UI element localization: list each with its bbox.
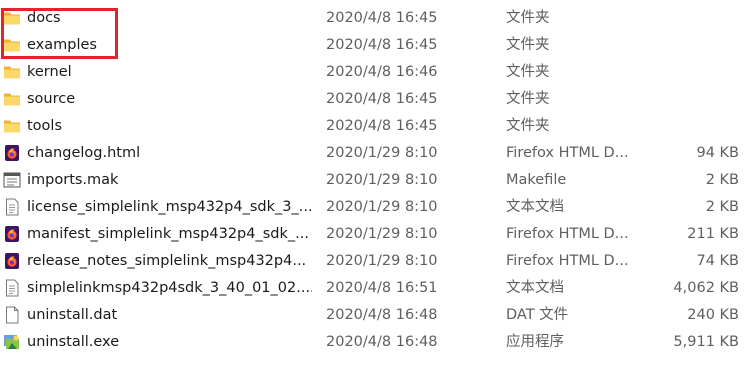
file-name: uninstall.dat — [27, 307, 118, 323]
file-modified: 2020/4/8 16:45 — [326, 91, 438, 107]
file-name: manifest_simplelink_msp432p4_sdk_... — [27, 226, 309, 242]
text-file-icon — [3, 279, 21, 297]
file-row-uninstall-exe[interactable]: uninstall.exe 2020/4/8 16:48 应用程序 5,911 … — [0, 329, 753, 356]
file-type: Firefox HTML D... — [506, 226, 629, 242]
blank-file-icon — [3, 306, 21, 324]
file-row-sdk-txt[interactable]: simplelinkmsp432p4sdk_3_40_01_02.... 202… — [0, 275, 753, 302]
file-type: DAT 文件 — [506, 307, 569, 323]
file-size: 94 KB — [696, 145, 739, 161]
text-file-icon — [3, 198, 21, 216]
file-type: 文件夹 — [506, 91, 550, 107]
file-type: Makefile — [506, 172, 567, 188]
file-size: 5,911 KB — [673, 334, 739, 350]
installer-icon — [3, 333, 21, 351]
file-type: Firefox HTML D... — [506, 253, 629, 269]
file-modified: 2020/1/29 8:10 — [326, 226, 438, 242]
file-modified: 2020/1/29 8:10 — [326, 199, 438, 215]
file-list: docs 2020/4/8 16:45 文件夹 examples 2020/4/… — [0, 5, 753, 356]
file-type: 应用程序 — [506, 334, 564, 350]
file-name: kernel — [27, 64, 72, 80]
file-row-tools[interactable]: tools 2020/4/8 16:45 文件夹 — [0, 113, 753, 140]
file-modified: 2020/4/8 16:45 — [326, 118, 438, 134]
file-name: uninstall.exe — [27, 334, 120, 350]
file-modified: 2020/4/8 16:48 — [326, 334, 438, 350]
file-type: 文本文档 — [506, 199, 564, 215]
file-type: 文件夹 — [506, 37, 550, 53]
file-row-docs[interactable]: docs 2020/4/8 16:45 文件夹 — [0, 5, 753, 32]
file-row-source[interactable]: source 2020/4/8 16:45 文件夹 — [0, 86, 753, 113]
file-modified: 2020/4/8 16:45 — [326, 37, 438, 53]
file-type: 文本文档 — [506, 280, 564, 296]
file-type: 文件夹 — [506, 118, 550, 134]
file-row-license[interactable]: license_simplelink_msp432p4_sdk_3_... 20… — [0, 194, 753, 221]
file-size: 211 KB — [687, 226, 739, 242]
file-name: simplelinkmsp432p4sdk_3_40_01_02.... — [27, 280, 312, 296]
file-size: 4,062 KB — [673, 280, 739, 296]
file-name: license_simplelink_msp432p4_sdk_3_... — [27, 199, 312, 215]
file-modified: 2020/4/8 16:51 — [326, 280, 438, 296]
makefile-icon — [3, 171, 21, 189]
file-row-changelog[interactable]: changelog.html 2020/1/29 8:10 Firefox HT… — [0, 140, 753, 167]
file-modified: 2020/4/8 16:45 — [326, 10, 438, 26]
folder-icon — [3, 9, 21, 27]
file-modified: 2020/1/29 8:10 — [326, 253, 438, 269]
file-name: source — [27, 91, 76, 107]
folder-icon — [3, 36, 21, 54]
file-type: 文件夹 — [506, 64, 550, 80]
file-row-kernel[interactable]: kernel 2020/4/8 16:46 文件夹 — [0, 59, 753, 86]
file-name: changelog.html — [27, 145, 141, 161]
firefox-html-icon — [3, 252, 21, 270]
file-type: 文件夹 — [506, 10, 550, 26]
file-row-release-notes[interactable]: release_notes_simplelink_msp432p4... 202… — [0, 248, 753, 275]
file-size: 74 KB — [696, 253, 739, 269]
file-name: docs — [27, 10, 61, 26]
file-name: examples — [27, 37, 97, 53]
folder-icon — [3, 117, 21, 135]
file-name: tools — [27, 118, 63, 134]
folder-icon — [3, 90, 21, 108]
folder-icon — [3, 63, 21, 81]
file-size: 2 KB — [705, 172, 739, 188]
file-size: 240 KB — [687, 307, 739, 323]
file-size: 2 KB — [705, 199, 739, 215]
file-row-imports[interactable]: imports.mak 2020/1/29 8:10 Makefile 2 KB — [0, 167, 753, 194]
file-row-uninstall-dat[interactable]: uninstall.dat 2020/4/8 16:48 DAT 文件 240 … — [0, 302, 753, 329]
firefox-html-icon — [3, 144, 21, 162]
file-modified: 2020/1/29 8:10 — [326, 145, 438, 161]
file-modified: 2020/4/8 16:48 — [326, 307, 438, 323]
file-row-manifest[interactable]: manifest_simplelink_msp432p4_sdk_... 202… — [0, 221, 753, 248]
file-modified: 2020/1/29 8:10 — [326, 172, 438, 188]
file-type: Firefox HTML D... — [506, 145, 629, 161]
file-name: release_notes_simplelink_msp432p4... — [27, 253, 307, 269]
file-name: imports.mak — [27, 172, 119, 188]
file-row-examples[interactable]: examples 2020/4/8 16:45 文件夹 — [0, 32, 753, 59]
firefox-html-icon — [3, 225, 21, 243]
file-modified: 2020/4/8 16:46 — [326, 64, 438, 80]
